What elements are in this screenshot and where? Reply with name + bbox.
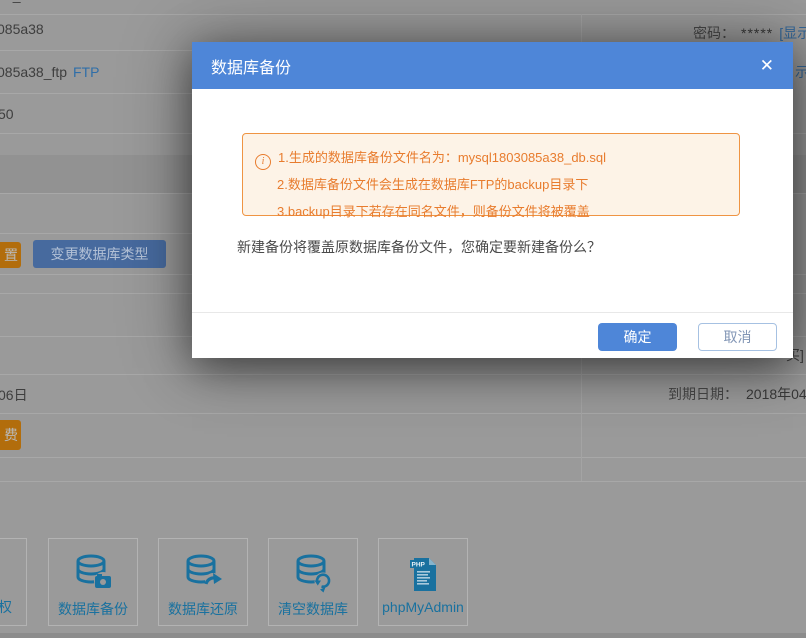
expire-date-label: 到期日期：	[668, 386, 738, 402]
row-divider	[0, 413, 806, 414]
tile-database-backup-label: 数据库备份	[49, 599, 137, 619]
tile-phpmyadmin[interactable]: PHP phpMyAdmin	[378, 538, 468, 626]
database-backup-icon	[72, 553, 114, 596]
dialog-title: 数据库备份	[211, 54, 291, 78]
open-date-fragment: 06日	[0, 385, 28, 405]
clipped-row-fragment: 8_	[5, 0, 21, 3]
tile-permissions-label: 权	[0, 597, 12, 617]
reset-button-label: 置	[4, 245, 18, 265]
tile-database-backup[interactable]: 数据库备份	[48, 538, 138, 626]
change-db-type-label: 变更数据库类型	[51, 244, 149, 264]
ok-button-label: 确定	[624, 327, 652, 347]
tile-clear-database-label: 清空数据库	[269, 599, 357, 619]
row-divider	[0, 457, 806, 458]
password-mask: *****	[741, 25, 773, 41]
backup-notice-box: i 1.生成的数据库备份文件名为：mysql1803085a38_db.sql 2…	[242, 133, 740, 216]
reset-button-clipped[interactable]: 置	[0, 242, 21, 268]
cancel-button-label: 取消	[724, 327, 752, 347]
bottom-strip	[0, 633, 806, 638]
notice-line-2: 2.数据库备份文件会生成在数据库FTP的backup目录下	[255, 171, 727, 198]
database-restore-icon	[182, 553, 224, 596]
notice-line-1: i 1.生成的数据库备份文件名为：mysql1803085a38_db.sql	[255, 144, 727, 171]
footer-divider	[192, 312, 793, 313]
database-clear-icon	[292, 553, 334, 596]
dialog-header: 数据库备份 ✕	[192, 42, 793, 89]
notice-line-3: 3.backup目录下若存在同名文件，则备份文件将被覆盖	[255, 198, 727, 225]
tile-permissions-clipped[interactable]: 权	[0, 538, 27, 626]
row-divider	[0, 14, 806, 15]
show-password-link[interactable]: [显示密	[779, 25, 806, 41]
info-icon: i	[255, 154, 271, 170]
expire-date-value: 2018年04月	[746, 386, 806, 402]
renew-button-label: 费	[4, 425, 18, 445]
show-password-link-fragment[interactable]: 示密	[795, 62, 806, 82]
tile-database-restore[interactable]: 数据库还原	[158, 538, 248, 626]
ftp-link[interactable]: FTP	[73, 64, 99, 80]
tile-database-restore-label: 数据库还原	[159, 599, 247, 619]
quota-value: 50	[0, 106, 14, 122]
svg-text:PHP: PHP	[412, 562, 426, 569]
phpmyadmin-file-icon: PHP	[408, 557, 438, 596]
password-row: 密码： ***** [显示密	[693, 23, 806, 43]
renew-button-clipped[interactable]: 费	[0, 420, 21, 450]
ok-button[interactable]: 确定	[598, 323, 677, 351]
tile-clear-database[interactable]: 清空数据库	[268, 538, 358, 626]
password-label: 密码：	[693, 25, 735, 41]
expire-date-row: 到期日期： 2018年04月	[668, 384, 806, 404]
close-icon[interactable]: ✕	[760, 57, 774, 74]
database-name-value: 085a38	[0, 21, 44, 37]
row-divider	[0, 481, 806, 482]
notice-line-1-text: 1.生成的数据库备份文件名为：mysql1803085a38_db.sql	[278, 150, 606, 165]
confirm-question-text: 新建备份将覆盖原数据库备份文件，您确定要新建备份么？	[237, 237, 601, 257]
ftp-account-value: 085a38_ftp	[0, 64, 67, 80]
row-divider	[0, 374, 806, 375]
cancel-button[interactable]: 取消	[698, 323, 777, 351]
change-db-type-button[interactable]: 变更数据库类型	[33, 240, 166, 268]
database-backup-dialog: 数据库备份 ✕ i 1.生成的数据库备份文件名为：mysql1803085a38_…	[192, 42, 793, 358]
tile-phpmyadmin-label: phpMyAdmin	[379, 599, 467, 615]
